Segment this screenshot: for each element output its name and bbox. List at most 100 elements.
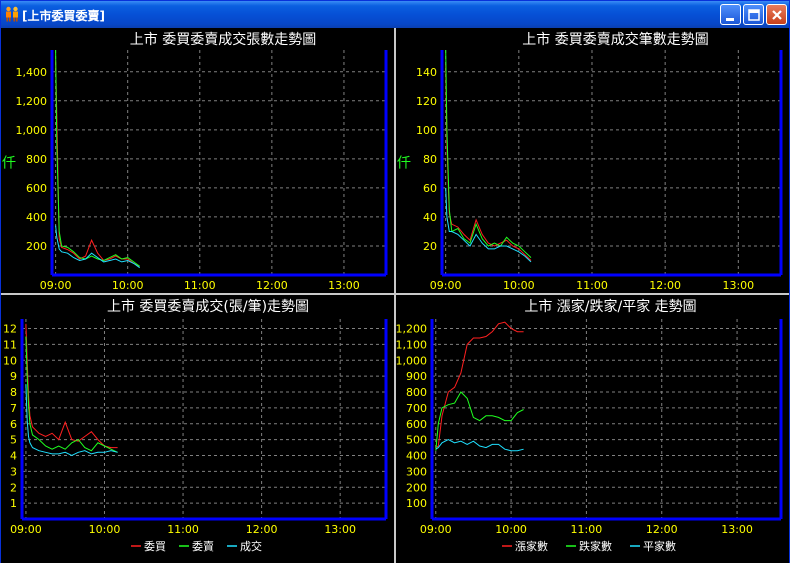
y-tick-label: 9 [10,370,17,383]
y-tick-label: 80 [423,153,437,166]
y-tick-label: 5 [10,434,17,447]
y-tick-label: 1,100 [396,338,427,351]
y-tick-label: 120 [416,95,437,108]
y-tick-label: 8 [10,386,17,399]
panel-divider-vertical [394,28,396,563]
y-tick-label: 3 [10,465,17,478]
y-tick-label: 1,000 [16,124,48,137]
series-line [55,225,140,269]
legend-item: 委賣 [192,539,214,553]
y-tick-label: 1 [10,497,17,510]
y-tick-label: 140 [416,66,437,79]
y-tick-label: 200 [26,240,47,253]
x-tick-label: 12:00 [646,523,678,536]
y-tick-label: 700 [406,402,427,415]
y-axis-label: 仟 [397,156,411,172]
y-tick-label: 500 [406,434,427,447]
legend-item: 漲家數 [515,539,548,553]
legend-item: 跌家數 [579,539,612,553]
y-tick-label: 6 [10,418,17,431]
chart-title: 上市 委買委賣成交(張/筆)走勢圖 [107,298,309,315]
chart-title: 上市 漲家/跌家/平家 走勢圖 [524,298,696,315]
y-tick-label: 7 [10,402,17,415]
chart-title: 上市 委買委賣成交筆數走勢圖 [522,31,708,48]
legend-item: 平家數 [643,539,676,553]
x-tick-label: 13:00 [722,279,754,292]
series-line [445,187,532,263]
x-tick-label: 13:00 [721,523,753,536]
series-line [445,49,532,258]
chart-svg: 上市 委買委賣成交筆數走勢圖 20 40 60 80 100 120 140 09:00 10:0… [397,31,783,292]
x-tick-label: 09:00 [10,523,42,536]
y-tick-label: 900 [406,370,427,383]
x-tick-label: 09:00 [40,279,72,292]
minimize-button[interactable] [720,4,741,25]
chart-panel-breadth: 上市 漲家/跌家/平家 走勢圖 100 200 300 400 500 600 700 800 9… [396,295,789,563]
series-line [25,323,118,449]
minimize-icon [726,18,734,21]
maximize-button[interactable] [743,4,764,25]
series-line [445,64,532,261]
app-icon [6,6,18,22]
legend-item: 成交 [240,539,262,553]
title-bar[interactable]: [上市委買委賣] [1,1,789,28]
series-line [25,336,118,453]
y-tick-label: 20 [423,240,437,253]
x-tick-label: 11:00 [576,279,608,292]
y-tick-label: 1,400 [16,66,48,79]
x-tick-label: 09:00 [420,523,452,536]
y-tick-label: 400 [26,211,47,224]
y-tick-label: 400 [406,450,427,463]
legend-item: 委買 [144,540,166,553]
y-tick-label: 600 [406,418,427,431]
chart-svg: 上市 漲家/跌家/平家 走勢圖 100 200 300 400 500 600 700 800 9… [396,298,783,553]
series-line [55,49,140,267]
x-tick-label: 11:00 [184,279,216,292]
series-line [435,321,524,449]
y-tick-label: 12 [3,323,17,336]
chart-svg: 上市 委買委賣成交張數走勢圖 200 400 600 800 1,000 1,200 1,40… [2,31,388,292]
y-tick-label: 300 [406,465,427,478]
y-tick-label: 40 [423,211,437,224]
panel-divider-horizontal [1,293,789,295]
x-tick-label: 10:00 [495,523,527,536]
x-tick-label: 10:00 [503,279,535,292]
close-button[interactable] [766,4,787,25]
x-tick-label: 10:00 [112,279,144,292]
series-line [435,439,524,452]
y-tick-label: 10 [3,354,17,367]
x-tick-label: 11:00 [571,523,603,536]
chart-panel-ratio: 上市 委買委賣成交(張/筆)走勢圖 1 2 3 4 5 6 7 8 9 10 11 12 09:00 10:… [1,295,394,563]
x-tick-label: 11:00 [167,523,199,536]
close-icon [772,10,782,20]
chart-panel-orders: 上市 委買委賣成交筆數走勢圖 20 40 60 80 100 120 140 09:00 10:0… [396,28,789,293]
y-tick-label: 100 [406,497,427,510]
x-tick-label: 13:00 [324,523,356,536]
chart-title: 上市 委買委賣成交張數走勢圖 [130,31,316,48]
chart-panel-volume: 上市 委買委賣成交張數走勢圖 200 400 600 800 1,000 1,200 1,40… [1,28,394,293]
series-line [55,60,140,267]
x-tick-label: 12:00 [246,523,278,536]
y-tick-label: 200 [406,481,427,494]
y-axis-label: 仟 [2,156,16,172]
y-tick-label: 100 [416,124,437,137]
window-title: [上市委買委賣] [22,9,105,23]
app-window: [上市委買委賣] 上市 委買委賣成交張數走勢圖 200 400 600 800 1,000… [0,0,790,563]
x-tick-label: 13:00 [328,279,360,292]
y-tick-label: 1,200 [396,323,427,336]
y-tick-label: 600 [26,182,47,195]
x-tick-label: 12:00 [649,279,681,292]
y-tick-label: 1,200 [16,95,48,108]
y-tick-label: 60 [423,182,437,195]
y-tick-label: 800 [406,386,427,399]
maximize-icon [748,9,760,21]
y-tick-label: 1,000 [396,354,427,367]
x-tick-label: 09:00 [430,279,462,292]
y-tick-label: 2 [10,481,17,494]
x-tick-label: 12:00 [256,279,288,292]
x-tick-label: 10:00 [89,523,121,536]
chart-svg: 上市 委買委賣成交(張/筆)走勢圖12345678910111209:00 10:… [3,298,388,553]
y-tick-label: 4 [10,450,17,463]
series-line [435,391,524,451]
y-tick-label: 11 [3,338,17,351]
